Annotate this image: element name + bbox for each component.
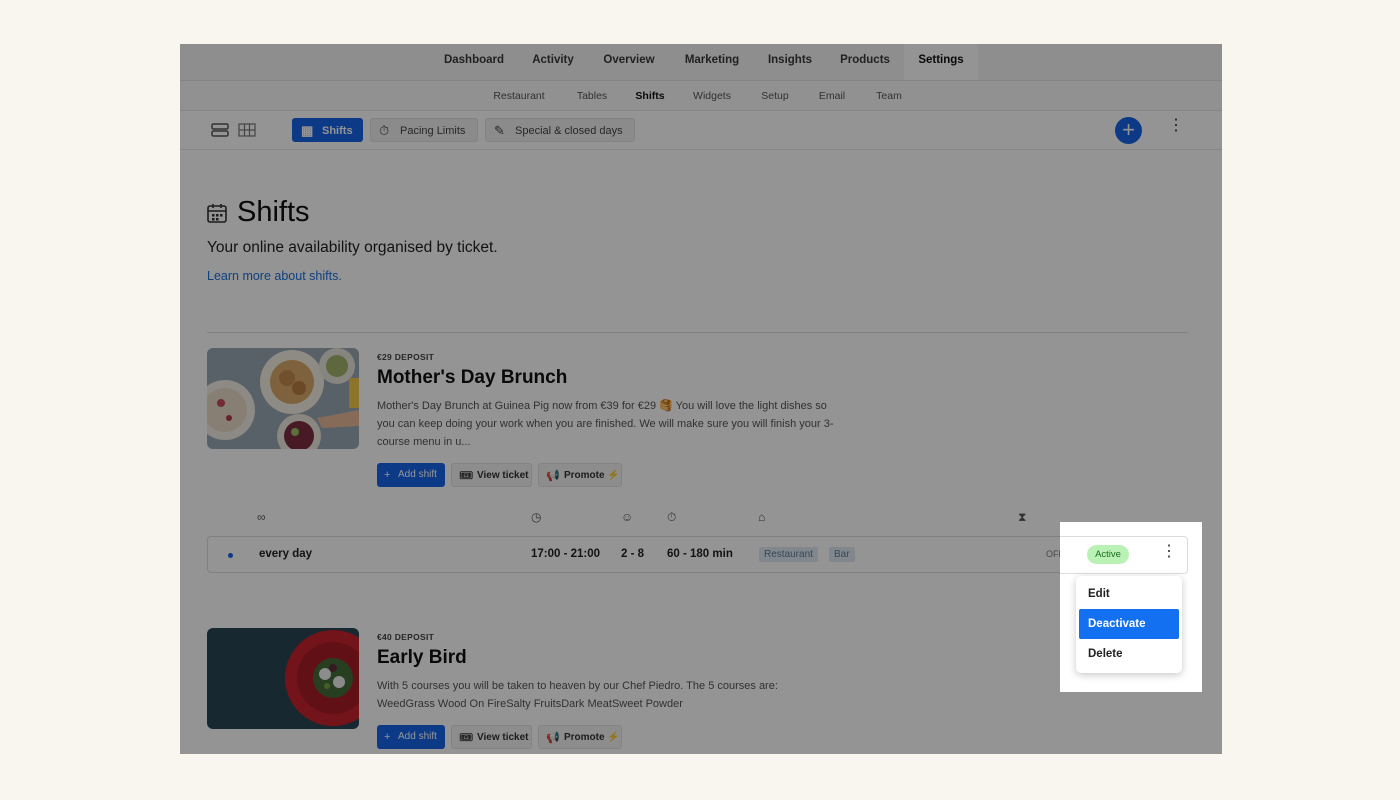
context-menu: Edit Deactivate Delete — [1076, 576, 1182, 673]
menu-item-edit[interactable]: Edit — [1079, 579, 1179, 609]
row-options-icon[interactable]: ⋮ — [1161, 544, 1177, 569]
highlight-region: Active ⋮ Edit Deactivate Delete — [1060, 522, 1202, 692]
menu-item-delete[interactable]: Delete — [1079, 639, 1179, 669]
menu-item-deactivate[interactable]: Deactivate — [1079, 609, 1179, 639]
status-badge: Active — [1087, 545, 1129, 564]
